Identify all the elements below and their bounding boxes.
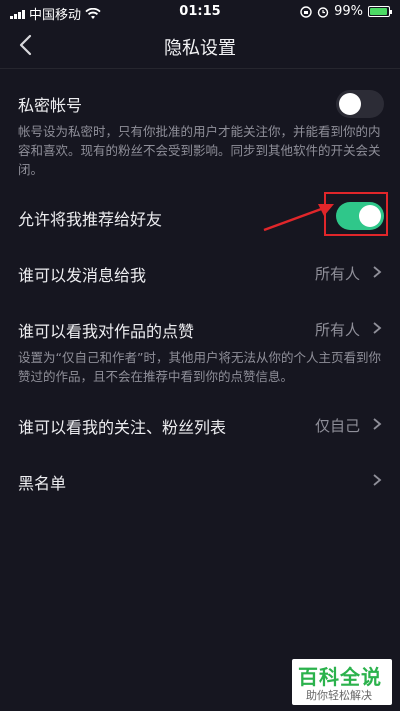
who-can-see-follows-value: 仅自己 (314, 417, 360, 435)
private-account-label: 私密帐号 (18, 96, 83, 115)
page-title: 隐私设置 (164, 38, 236, 59)
chevron-right-icon (373, 474, 382, 486)
private-account-description: 帐号设为私密时，只有你批准的用户才能关注你，并能看到你的内容和喜欢。现有的粉丝不… (18, 124, 381, 177)
battery-percent: 99% (334, 4, 363, 19)
who-can-see-likes-value: 所有人 (314, 321, 360, 339)
status-bar: 中国移动 01:15 99% (0, 0, 400, 24)
watermark-subtitle: 助你轻松解决 (306, 689, 372, 702)
navigation-bar: 隐私设置 (0, 24, 400, 69)
alarm-icon (317, 6, 329, 18)
watermark-logo: 百科全说 助你轻松解决 (292, 659, 392, 705)
rotation-lock-icon (300, 5, 312, 18)
annotation-arrow-icon (263, 204, 334, 232)
who-can-message-row[interactable]: 谁可以发消息给我 所有人 (18, 262, 384, 286)
watermark-title: 百科全说 (298, 665, 382, 689)
who-can-see-follows-row[interactable]: 谁可以看我的关注、粉丝列表 仅自己 (18, 414, 384, 438)
status-right: 99% (300, 4, 392, 19)
who-can-see-likes-description: 设置为“仅自己和作者”时，其他用户将无法从你的个人主页看到你赞过的作品，且不会在… (18, 350, 381, 384)
chevron-right-icon (373, 418, 382, 430)
chevron-right-icon (373, 322, 382, 334)
battery-icon (368, 6, 392, 17)
blacklist-row[interactable]: 黑名单 (18, 470, 384, 494)
private-account-row: 私密帐号 帐号设为私密时，只有你批准的用户才能关注你，并能看到你的内容和喜欢。现… (18, 90, 384, 179)
who-can-message-value: 所有人 (314, 265, 360, 283)
private-account-toggle[interactable] (336, 90, 384, 118)
who-can-see-likes-row[interactable]: 谁可以看我对作品的点赞 所有人 设置为“仅自己和作者”时，其他用户将无法从你的个… (18, 318, 384, 386)
blacklist-label: 黑名单 (18, 474, 67, 493)
chevron-right-icon (373, 266, 382, 278)
